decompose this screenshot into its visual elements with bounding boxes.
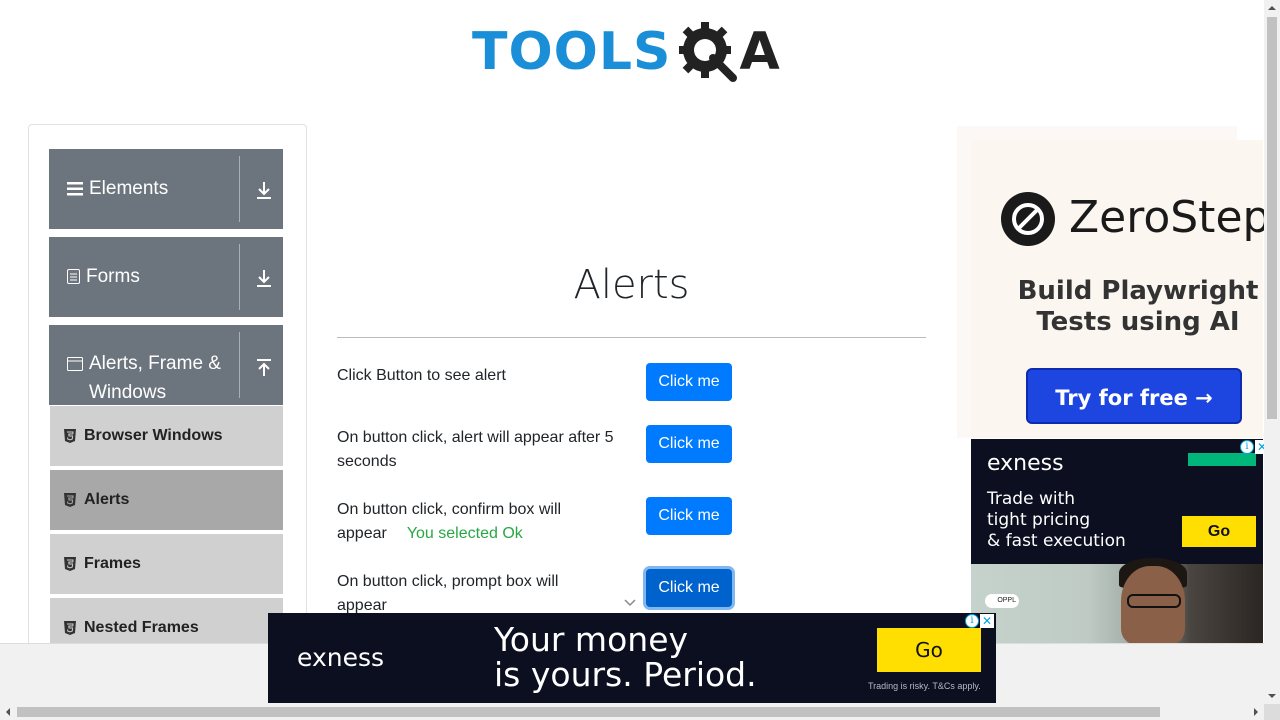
sidebar-item-frames[interactable]: Frames	[50, 534, 283, 596]
zerostep-brand: ZeroStep	[1069, 192, 1271, 243]
sidebar-group-label: Elements	[89, 178, 169, 199]
zerostep-headline: Build Playwright Tests using AI	[1017, 276, 1259, 337]
phone-graphic: OPPL	[985, 594, 1019, 608]
exness-bottom-ad[interactable]: exness Your money is yours. Period. Go T…	[268, 613, 996, 703]
divider	[239, 244, 240, 310]
confirm-result: You selected Ok	[406, 525, 523, 542]
rating-stars-icon	[1188, 453, 1256, 466]
hamburger-icon	[67, 181, 83, 196]
html5-icon	[64, 557, 76, 571]
sidebar-group-forms[interactable]: Forms	[49, 237, 283, 317]
horizontal-scroll-thumb[interactable]	[17, 707, 1160, 717]
ad-info-icon[interactable]: i	[1240, 440, 1254, 454]
ad-close-icon[interactable]: ✕	[980, 614, 994, 628]
toolsqa-logo[interactable]: TOOLS A	[472, 14, 796, 90]
divider	[239, 156, 240, 222]
exness-side-ad[interactable]: exness Trade with tight pricing & fast e…	[971, 439, 1263, 643]
try-for-free-button[interactable]: Try for free →	[1026, 368, 1242, 424]
page-title: Alerts	[573, 262, 690, 308]
exness-logo: exness	[297, 643, 385, 672]
sidebar-group-elements[interactable]: Elements	[49, 149, 283, 229]
upload-arrow-icon[interactable]	[251, 355, 277, 381]
gear-magnifier-icon	[679, 22, 738, 82]
html5-icon	[64, 429, 76, 443]
zerostep-ad[interactable]: ZeroStep Build Playwright Tests using AI…	[957, 126, 1270, 438]
divider	[239, 332, 240, 398]
scroll-left-arrow-icon[interactable]	[0, 704, 16, 720]
zerostep-logo-icon	[1001, 192, 1055, 246]
ad-photo: OPPL	[971, 558, 1263, 643]
left-sidebar: Elements Forms Alerts, Frame & Windows B	[28, 124, 307, 664]
confirm-button[interactable]: Click me	[646, 497, 732, 535]
sidebar-item-label: Browser Windows	[84, 427, 223, 444]
exness-bottom-go-button[interactable]: Go	[877, 628, 981, 672]
exness-logo: exness	[987, 451, 1064, 476]
download-arrow-icon[interactable]	[251, 265, 277, 291]
sidebar-item-browser-windows[interactable]: Browser Windows	[50, 406, 283, 468]
html5-icon	[64, 493, 76, 507]
sidebar-group-label-line2: Windows	[89, 382, 167, 403]
logo-text-suffix: A	[739, 22, 780, 82]
prompt-button[interactable]: Click me	[646, 569, 732, 607]
document-icon	[67, 269, 80, 285]
alert-button[interactable]: Click me	[646, 363, 732, 401]
confirm-row-text: On button click, confirm box will appear…	[337, 501, 562, 542]
sidebar-item-label: Alerts	[84, 491, 130, 508]
vertical-scroll-thumb[interactable]	[1267, 17, 1277, 419]
sidebar-group-alerts-frame-windows[interactable]: Alerts, Frame & Windows	[49, 325, 283, 405]
scroll-down-arrow-icon[interactable]	[1264, 688, 1280, 704]
chevron-down-icon[interactable]	[623, 598, 637, 608]
scrollbar-corner	[1264, 704, 1280, 720]
title-divider	[337, 337, 926, 338]
scroll-up-arrow-icon[interactable]	[1264, 0, 1280, 16]
alert-row-text: Click Button to see alert	[337, 367, 506, 384]
window-icon	[67, 356, 83, 371]
sidebar-item-label: Frames	[84, 555, 141, 572]
ad-disclaimer: Trading is risky. T&Cs apply.	[868, 681, 981, 691]
exness-bottom-headline: Your money is yours. Period.	[494, 620, 757, 694]
exness-side-go-button[interactable]: Go	[1182, 516, 1256, 547]
download-arrow-icon[interactable]	[251, 177, 277, 203]
prompt-row-text: On button click, prompt box will appear	[337, 573, 559, 614]
sidebar-item-label: Nested Frames	[84, 619, 199, 636]
page: TOOLS A Elements Forms Alerts, Frame & W…	[0, 0, 1280, 720]
sidebar-group-label: Alerts, Frame &	[89, 353, 221, 374]
scroll-right-arrow-icon[interactable]	[1248, 704, 1264, 720]
ad-info-icon[interactable]: i	[965, 614, 979, 628]
sidebar-item-alerts[interactable]: Alerts	[50, 470, 283, 532]
logo-text: TOOLS	[472, 22, 672, 82]
timer-alert-row-text: On button click, alert will appear after…	[337, 429, 614, 470]
timer-alert-button[interactable]: Click me	[646, 425, 732, 463]
html5-icon	[64, 621, 76, 635]
sidebar-group-label: Forms	[86, 266, 140, 287]
exness-side-headline: Trade with tight pricing & fast executio…	[987, 489, 1126, 551]
